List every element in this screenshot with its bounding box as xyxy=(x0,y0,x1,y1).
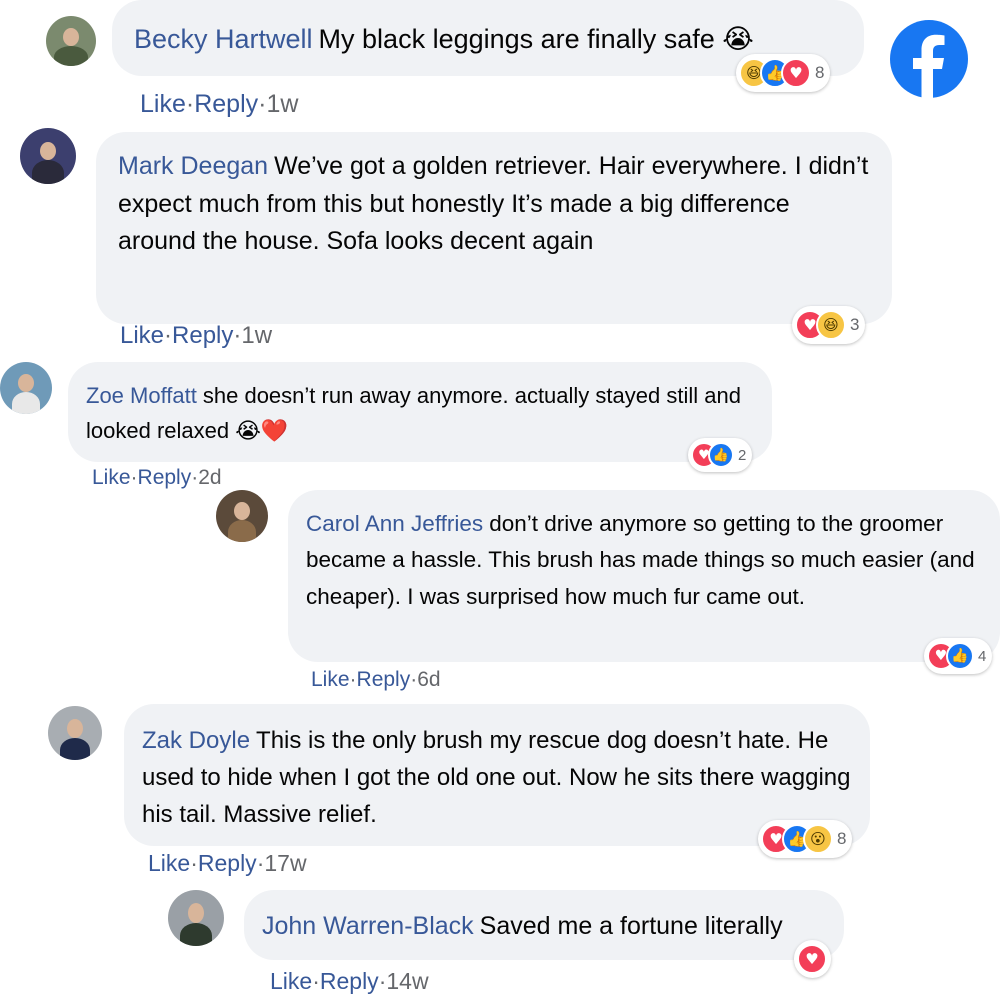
reactions-summary[interactable]: ♥ 😆 3 xyxy=(792,306,866,344)
reaction-count: 8 xyxy=(815,63,825,82)
haha-reaction-icon: 😆 xyxy=(816,310,846,340)
comment-bubble: Zoe Moffatt she doesn’t run away anymore.… xyxy=(68,362,772,462)
love-reaction-icon: ♥ xyxy=(797,944,827,974)
reactions-summary[interactable]: ♥ 👍 2 xyxy=(688,438,753,472)
reactions-summary[interactable]: 😆 👍 ♥ 8 xyxy=(736,54,831,92)
avatar[interactable] xyxy=(168,890,224,946)
timestamp[interactable]: 6d xyxy=(417,668,440,691)
timestamp[interactable]: 14w xyxy=(386,968,428,994)
commenter-name[interactable]: Carol Ann Jeffries xyxy=(306,511,483,536)
like-link[interactable]: Like xyxy=(140,90,186,118)
comment-bubble: John Warren-Black Saved me a fortune lite… xyxy=(244,890,844,960)
commenter-name[interactable]: Zak Doyle xyxy=(142,727,250,754)
reply-link[interactable]: Reply xyxy=(194,90,258,118)
reply-link[interactable]: Reply xyxy=(357,668,411,691)
separator: · xyxy=(349,668,357,691)
separator: · xyxy=(164,322,173,349)
separator: · xyxy=(190,850,198,876)
comment-actions: Like·Reply·1w xyxy=(120,322,272,350)
reactions-summary[interactable]: ♥ 👍 4 xyxy=(924,638,993,674)
avatar[interactable] xyxy=(0,362,52,414)
comment-bubble: Mark Deegan We’ve got a golden retriever.… xyxy=(96,132,892,324)
comment-actions: Like·Reply·14w xyxy=(270,968,429,995)
avatar[interactable] xyxy=(20,128,76,184)
comment-actions: Like·Reply·6d xyxy=(311,668,441,692)
like-reaction-icon: 👍 xyxy=(946,642,974,670)
like-reaction-icon: 👍 xyxy=(708,442,734,468)
reply-link[interactable]: Reply xyxy=(172,322,233,349)
reaction-count: 4 xyxy=(978,647,987,665)
like-link[interactable]: Like xyxy=(120,322,164,349)
comment-actions: Like·Reply·2d xyxy=(92,466,222,490)
like-link[interactable]: Like xyxy=(270,968,312,994)
reaction-count: 2 xyxy=(738,446,747,464)
facebook-logo-icon xyxy=(890,20,968,98)
comment-text: Saved me a fortune literally xyxy=(479,912,783,940)
commenter-name[interactable]: Mark Deegan xyxy=(118,152,268,180)
avatar[interactable] xyxy=(216,490,268,542)
commenter-name[interactable]: John Warren-Black xyxy=(262,912,474,940)
reactions-summary[interactable]: ♥ xyxy=(794,940,831,978)
facebook-f-glyph xyxy=(913,34,945,98)
separator: · xyxy=(312,968,320,994)
love-reaction-icon: ♥ xyxy=(781,58,811,88)
separator: · xyxy=(130,466,138,489)
reply-link[interactable]: Reply xyxy=(320,968,379,994)
like-link[interactable]: Like xyxy=(148,850,190,876)
comment-actions: Like·Reply·1w xyxy=(140,90,298,119)
timestamp[interactable]: 2d xyxy=(198,466,221,489)
reaction-count: 8 xyxy=(837,829,847,848)
reply-link[interactable]: Reply xyxy=(198,850,257,876)
reply-link[interactable]: Reply xyxy=(138,466,192,489)
comment-bubble: Zak Doyle This is the only brush my rescu… xyxy=(124,704,870,846)
timestamp[interactable]: 17w xyxy=(264,850,306,876)
avatar[interactable] xyxy=(48,706,102,760)
timestamp[interactable]: 1w xyxy=(241,322,272,349)
separator: · xyxy=(185,90,195,118)
wow-reaction-icon: 😮 xyxy=(803,824,833,854)
reaction-count: 3 xyxy=(850,315,860,334)
avatar[interactable] xyxy=(46,16,96,66)
like-link[interactable]: Like xyxy=(311,668,350,691)
comment-actions: Like·Reply·17w xyxy=(148,850,307,877)
reactions-summary[interactable]: ♥ 👍 😮 8 xyxy=(758,820,853,858)
timestamp[interactable]: 1w xyxy=(266,90,298,118)
commenter-name[interactable]: Becky Hartwell xyxy=(134,24,313,54)
comment-bubble: Carol Ann Jeffries don’t drive anymore so… xyxy=(288,490,1000,662)
like-link[interactable]: Like xyxy=(92,466,131,489)
commenter-name[interactable]: Zoe Moffatt xyxy=(86,383,197,408)
comment-text: My black leggings are finally safe 😭 xyxy=(318,24,754,54)
